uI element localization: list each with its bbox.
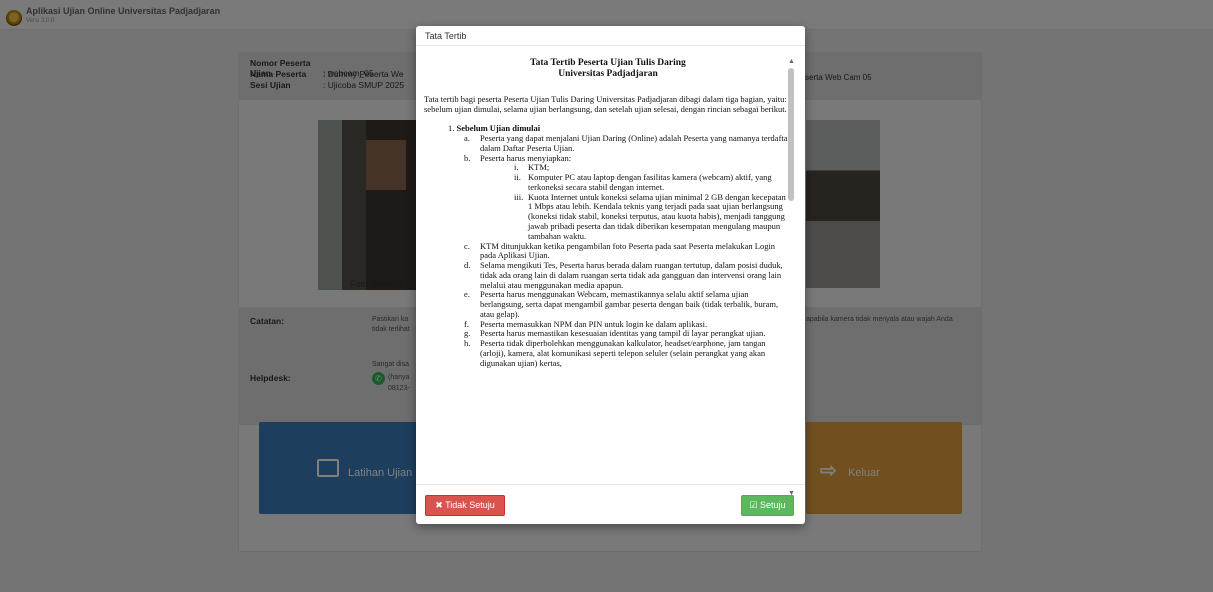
section-number: 1.: [448, 123, 455, 134]
tidak-setuju-button[interactable]: ✖ Tidak Setuju: [425, 495, 505, 516]
scroll-up-arrow-icon[interactable]: ▲: [788, 58, 795, 65]
item-marker: d.: [464, 260, 471, 271]
sub-list: i. KTM; ii. Komputer PC atau laptop dengan…: [514, 162, 792, 242]
list-item: e. Peserta harus menggunakan Webcam, mema…: [464, 289, 792, 319]
item-text: Selama mengikuti Tes, Peserta harus bera…: [480, 260, 783, 290]
sub-item-text: KTM;: [528, 162, 550, 173]
sub-item-text: Komputer PC atau laptop dengan fasilitas…: [528, 172, 772, 192]
list-item: h. Peserta tidak diperbolehkan menggunaka…: [464, 338, 792, 368]
modal-scrollbar[interactable]: ▲ ▼: [787, 58, 795, 500]
modal-title: Tata Tertib: [425, 31, 467, 41]
item-marker: a.: [464, 133, 470, 144]
item-text: Peserta harus menyiapkan:: [480, 152, 572, 163]
modal-header: Tata Tertib: [416, 26, 805, 46]
sub-item-marker: ii.: [514, 172, 521, 183]
section-heading: Sebelum Ujian dimulai: [456, 123, 541, 134]
list-item: a. Peserta yang dapat menjalani Ujian Dar…: [464, 133, 792, 154]
item-text: Peserta harus menggunakan Webcam, memast…: [480, 289, 779, 319]
rules-modal: Tata Tertib Tata Tertib Peserta Ujian Tu…: [416, 26, 805, 524]
sub-item-marker: iii.: [514, 191, 524, 202]
setuju-button[interactable]: ☑ Setuju: [741, 495, 794, 516]
sub-list-item: ii. Komputer PC atau laptop dengan fasili…: [514, 172, 792, 193]
list-item: b. Peserta harus menyiapkan: i. KTM; ii. Ko…: [464, 152, 792, 242]
item-text: Peserta tidak diperbolehkan menggunakan …: [480, 338, 766, 368]
intro-paragraph: Tata tertib bagi peserta Peserta Ujian T…: [424, 93, 787, 114]
sub-item-text: Kuota Internet untuk koneksi selama ujia…: [528, 191, 786, 241]
item-text: Peserta yang dapat menjalani Ujian Darin…: [480, 133, 791, 153]
modal-body[interactable]: Tata Tertib Peserta Ujian Tulis Daring U…: [424, 56, 792, 496]
modal-footer: ✖ Tidak Setuju ☑ Setuju: [416, 484, 805, 524]
sub-list-item: iii. Kuota Internet untuk koneksi selama …: [514, 191, 792, 242]
item-text: Peserta memasukkan NPM dan PIN untuk log…: [480, 318, 708, 329]
document-title: Tata Tertib Peserta Ujian Tulis Daring U…: [424, 58, 792, 81]
item-marker: c.: [464, 240, 470, 251]
list-item: c. KTM ditunjukkan ketika pengambilan fot…: [464, 240, 792, 262]
item-text: Peserta harus memastikan kesesuaian iden…: [480, 328, 766, 339]
document-title-line1: Tata Tertib Peserta Ujian Tulis Daring: [530, 58, 686, 68]
list-item: d. Selama mengikuti Tes, Peserta harus be…: [464, 260, 792, 290]
item-marker: h.: [464, 338, 471, 349]
document-title-line2: Universitas Padjadjaran: [558, 69, 658, 80]
item-marker: e.: [464, 289, 470, 300]
item-text: KTM ditunjukkan ketika pengambilan foto …: [480, 240, 776, 261]
scroll-thumb[interactable]: [788, 68, 794, 201]
item-marker: b.: [464, 152, 471, 163]
rules-list: a. Peserta yang dapat menjalani Ujian Dar…: [464, 133, 792, 368]
